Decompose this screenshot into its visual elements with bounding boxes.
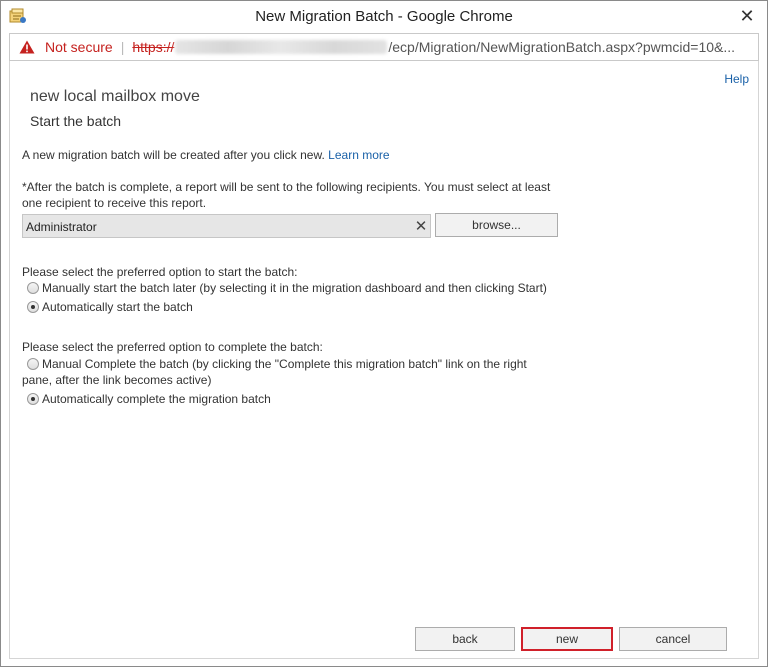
help-link[interactable]: Help [724, 72, 749, 86]
info-text: A new migration batch will be created af… [22, 148, 325, 162]
info-text-row: A new migration batch will be created af… [22, 147, 390, 163]
radio-button-checked[interactable] [27, 301, 39, 313]
recipient-value: Administrator [26, 220, 97, 234]
start-option-manual-label: Manually start the batch later (by selec… [42, 281, 547, 295]
clear-recipient-icon[interactable]: ✕ [411, 214, 431, 238]
recipient-field[interactable]: Administrator [22, 214, 431, 238]
new-button[interactable]: new [521, 627, 613, 651]
back-button[interactable]: back [415, 627, 515, 651]
dialog-content: Help new local mailbox move Start the ba… [9, 61, 759, 659]
window-title: New Migration Batch - Google Chrome [255, 8, 513, 25]
url-path: /ecp/Migration/NewMigrationBatch.aspx?pw… [388, 39, 736, 55]
complete-option-automatic-label: Automatically complete the migration bat… [42, 392, 271, 406]
warning-icon [19, 40, 35, 54]
start-option-automatic[interactable]: Automatically start the batch [27, 299, 193, 315]
start-option-automatic-label: Automatically start the batch [42, 300, 193, 314]
address-separator: | [120, 39, 125, 55]
learn-more-link[interactable]: Learn more [328, 148, 389, 162]
url-protocol: https:// [132, 39, 175, 55]
start-prompt: Please select the preferred option to st… [22, 265, 298, 279]
browser-window: New Migration Batch - Google Chrome ✕ No… [0, 0, 768, 667]
close-icon[interactable]: ✕ [735, 5, 759, 27]
page-title: new local mailbox move [30, 88, 200, 105]
title-bar: New Migration Batch - Google Chrome ✕ [1, 1, 767, 33]
recipients-text-line-2: one recipient to receive this report. [22, 196, 207, 210]
complete-option-automatic[interactable]: Automatically complete the migration bat… [27, 391, 271, 407]
complete-option-manual-label: Manual Complete the batch (by clicking t… [42, 357, 527, 371]
complete-option-manual-label-line-2: pane, after the link becomes active) [22, 373, 212, 387]
complete-option-manual[interactable]: Manual Complete the batch (by clicking t… [27, 356, 527, 372]
page-subtitle: Start the batch [30, 113, 122, 129]
browse-button[interactable]: browse... [435, 213, 558, 237]
url-host-redacted [175, 40, 388, 54]
cancel-button[interactable]: cancel [619, 627, 727, 651]
recipients-text: *After the batch is complete, a report w… [22, 179, 550, 211]
complete-prompt: Please select the preferred option to co… [22, 340, 323, 354]
address-bar[interactable]: Not secure | https:// /ecp/Migration/New… [9, 33, 759, 61]
radio-button[interactable] [27, 358, 39, 370]
start-option-manual[interactable]: Manually start the batch later (by selec… [27, 280, 547, 296]
radio-button-checked[interactable] [27, 393, 39, 405]
recipients-text-line-1: *After the batch is complete, a report w… [22, 180, 551, 194]
security-status[interactable]: Not secure [45, 39, 113, 55]
radio-button[interactable] [27, 282, 39, 294]
